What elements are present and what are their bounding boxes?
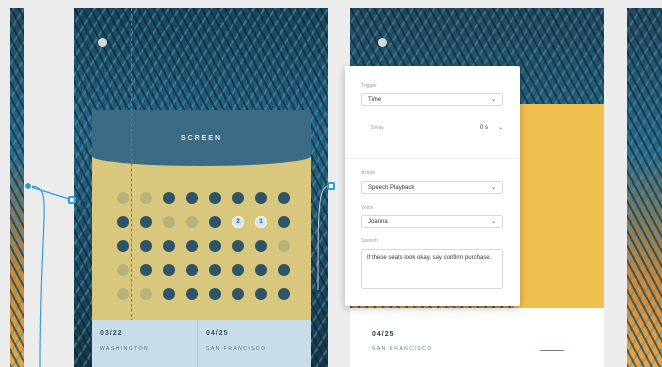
section-divider: [345, 158, 520, 159]
delay-label: Delay: [371, 124, 384, 131]
voice-label: Voice: [361, 205, 374, 211]
chevron-down-icon: ⌄: [490, 97, 496, 103]
delay-value: 0 s: [479, 124, 488, 131]
delay-stepper[interactable]: 0 s ⌄: [479, 124, 503, 132]
connector-handle-icon[interactable]: [24, 182, 32, 190]
delay-row[interactable]: Delay 0 s ⌄: [371, 121, 503, 134]
design-canvas[interactable]: SCREEN 21 03/22 WASHINGTON 04/25 SAN FRA…: [0, 0, 662, 367]
trigger-properties-panel: Trigger Time ⌄ Delay 0 s ⌄ Action Speech…: [345, 66, 520, 306]
connector-target-icon[interactable]: [327, 182, 335, 190]
action-value: Speech Playback: [368, 184, 415, 191]
trigger-label: Trigger: [361, 83, 377, 89]
chevron-down-icon: ⌄: [490, 219, 496, 225]
action-label: Action: [361, 170, 375, 176]
chevron-down-icon: ⌄: [490, 185, 496, 191]
connector-start-icon[interactable]: [68, 196, 76, 204]
speech-label: Speech: [361, 238, 378, 244]
trigger-select[interactable]: Time ⌄: [361, 93, 503, 106]
action-select[interactable]: Speech Playback ⌄: [361, 181, 503, 194]
voice-value: Joanna: [368, 218, 388, 225]
chevron-down-icon: ⌄: [497, 125, 503, 131]
voice-select[interactable]: Joanna ⌄: [361, 215, 503, 228]
trigger-value: Time: [368, 96, 382, 103]
speech-textarea[interactable]: If these seats look okay, say confirm pu…: [361, 249, 503, 289]
